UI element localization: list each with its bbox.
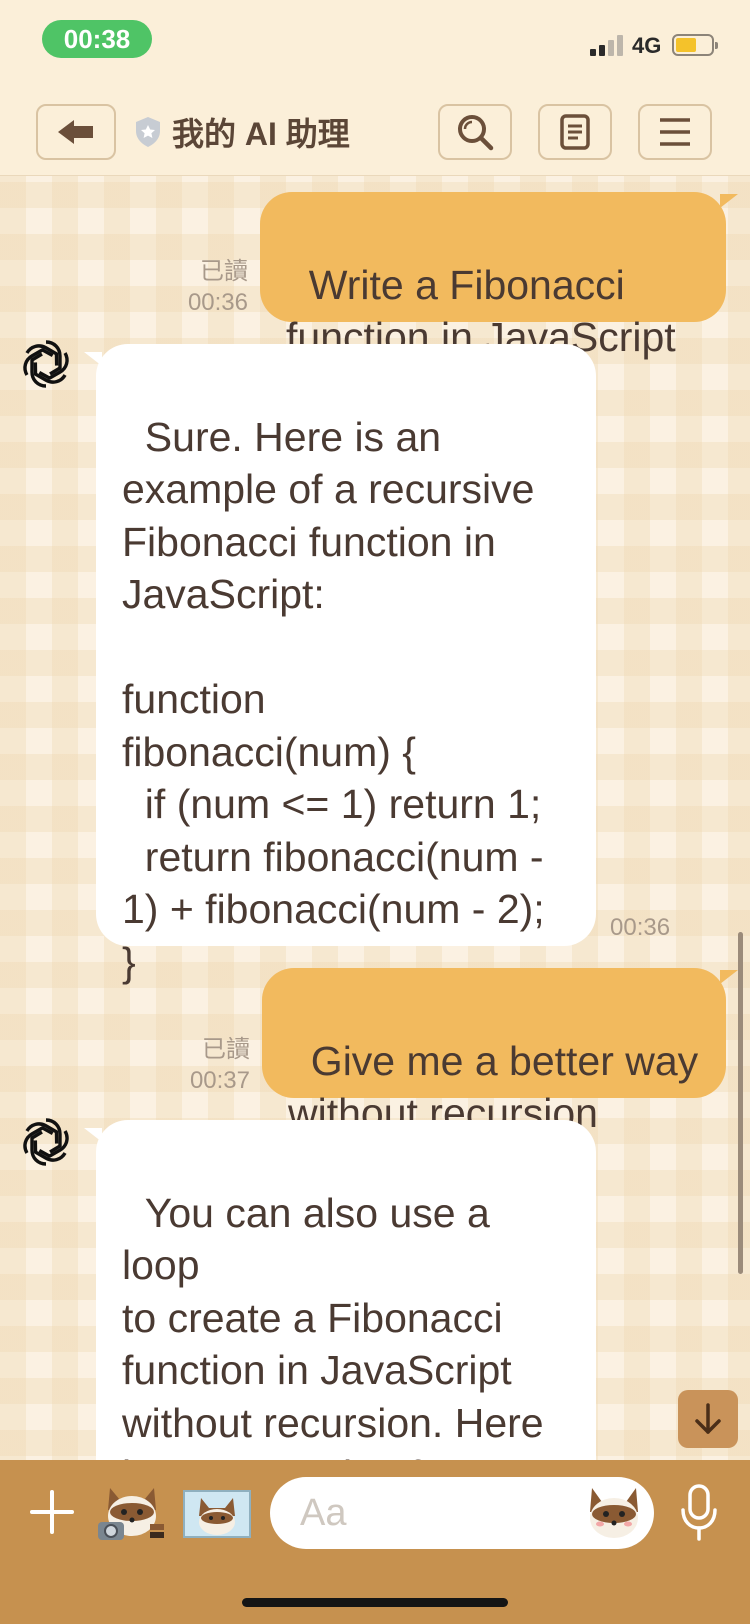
battery-icon xyxy=(672,34,718,56)
arrow-down-icon xyxy=(695,1403,721,1434)
outgoing-message-bubble[interactable]: Write a Fibonacci function in JavaScript xyxy=(260,192,726,360)
sticker-picker-icon[interactable] xyxy=(586,1482,642,1542)
home-indicator xyxy=(242,1598,508,1607)
status-bar: 00:38 4G xyxy=(0,0,750,88)
message-input-bar xyxy=(0,1460,750,1624)
plus-icon[interactable] xyxy=(30,1490,74,1534)
message-meta: 已讀 00:37 xyxy=(162,1034,250,1096)
read-receipt: 已讀 xyxy=(200,258,248,285)
message-text: Sure. Here is an example of a recursive … xyxy=(122,413,545,985)
notes-icon xyxy=(560,114,590,150)
chat-title-area: 我的 AI 助理 xyxy=(134,112,350,152)
openai-logo-icon[interactable] xyxy=(16,334,76,394)
bubble-tail xyxy=(720,194,738,208)
incoming-message-bubble[interactable]: Sure. Here is an example of a recursive … xyxy=(96,344,596,985)
search-button[interactable] xyxy=(438,104,512,160)
message-time: 00:36 xyxy=(187,289,248,316)
status-time: 00:38 xyxy=(42,20,152,58)
outgoing-message-bubble[interactable]: Give me a better way without recursion xyxy=(262,968,726,1136)
arrow-left-icon xyxy=(58,120,93,144)
chat-title: 我的 AI 助理 xyxy=(172,116,350,152)
notes-button[interactable] xyxy=(538,104,612,160)
openai-logo-icon[interactable] xyxy=(16,1112,76,1172)
search-icon xyxy=(458,115,494,151)
shield-star-icon xyxy=(136,117,160,147)
menu-icon xyxy=(660,118,690,146)
message-time: 00:36 xyxy=(610,914,671,941)
photo-sticker-icon[interactable] xyxy=(183,1490,251,1538)
cellular-signal-icon xyxy=(590,34,626,56)
bubble-tail xyxy=(720,970,738,984)
network-type: 4G xyxy=(632,33,662,58)
message-meta: 已讀 00:36 xyxy=(160,256,248,318)
menu-button[interactable] xyxy=(638,104,712,160)
message-time: 00:37 xyxy=(189,1067,250,1094)
camera-sticker-icon[interactable] xyxy=(98,1480,166,1546)
read-receipt: 已讀 xyxy=(202,1036,250,1063)
microphone-icon[interactable] xyxy=(680,1484,718,1542)
scrollbar[interactable] xyxy=(738,932,743,1274)
chat-header: 我的 AI 助理 xyxy=(0,88,750,176)
scroll-to-bottom-button[interactable] xyxy=(678,1390,738,1448)
incoming-message-bubble[interactable]: You can also use a loop to create a Fibo… xyxy=(96,1120,596,1551)
back-button[interactable] xyxy=(36,104,116,160)
